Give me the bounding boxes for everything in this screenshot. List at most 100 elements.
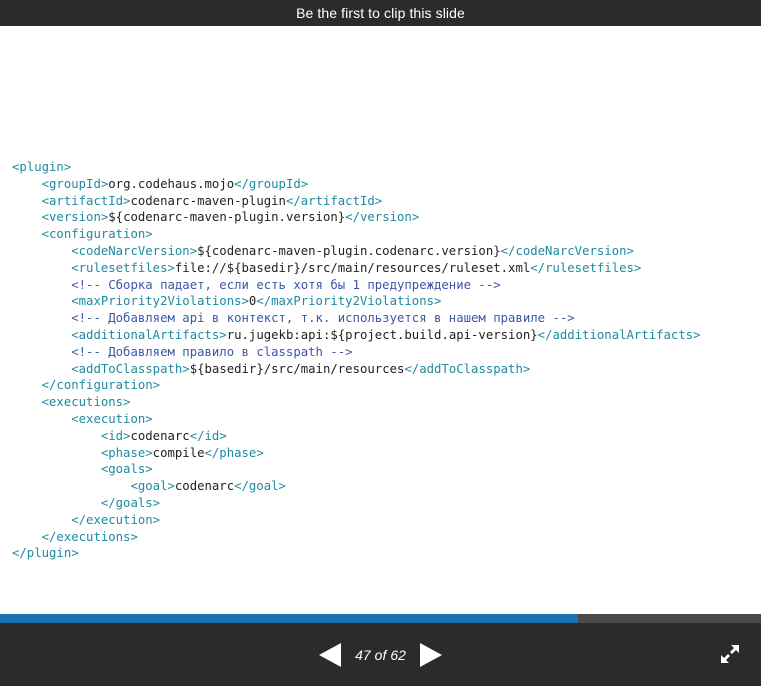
slide-navigation: 47 of 62 bbox=[0, 623, 761, 686]
xml-tag: <phase> bbox=[100, 445, 153, 460]
xml-tag: <goal> bbox=[130, 479, 175, 494]
code-line: <version>${codenarc-maven-plugin.version… bbox=[12, 209, 701, 226]
code-line: <plugin> bbox=[12, 159, 701, 176]
code-line: <rulesetfiles>file://${basedir}/src/main… bbox=[12, 260, 701, 277]
xml-tag: </rulesetfiles> bbox=[530, 260, 642, 275]
xml-text: compile bbox=[152, 445, 205, 460]
xml-text: ${basedir}/src/main/resources bbox=[189, 361, 405, 376]
xml-comment: <!-- Добавляем api в контекст, т.к. испо… bbox=[71, 311, 575, 326]
xml-comment: <!-- Добавляем правило в classpath --> bbox=[71, 344, 353, 359]
xml-text: ru.jugekb:api:${project.build.api-versio… bbox=[226, 327, 538, 342]
xml-tag: <groupId> bbox=[41, 176, 109, 191]
xml-tag: <version> bbox=[41, 210, 109, 225]
code-block: <plugin> <groupId>org.codehaus.mojo</gro… bbox=[12, 159, 701, 562]
xml-tag: <goals> bbox=[100, 462, 153, 477]
expand-icon bbox=[721, 645, 739, 663]
xml-tag: <execution> bbox=[71, 411, 153, 426]
slide-view: <plugin> <groupId>org.codehaus.mojo</gro… bbox=[0, 26, 761, 614]
code-line: <goals> bbox=[12, 461, 701, 478]
code-line: </plugin> bbox=[12, 545, 701, 562]
xml-comment: <!-- Сборка падает, если есть хотя бы 1 … bbox=[71, 277, 501, 292]
code-line: </configuration> bbox=[12, 377, 701, 394]
total-slides-number: 62 bbox=[390, 646, 406, 663]
triangle-left-icon bbox=[319, 642, 342, 667]
xml-text: org.codehaus.mojo bbox=[108, 176, 235, 191]
previous-slide-button[interactable] bbox=[317, 642, 343, 668]
xml-tag: <codeNarcVersion> bbox=[71, 243, 198, 258]
xml-tag: </codeNarcVersion> bbox=[500, 243, 634, 258]
xml-tag: <maxPriority2Violations> bbox=[71, 294, 249, 309]
code-line: <configuration> bbox=[12, 226, 701, 243]
code-line: <artifactId>codenarc-maven-plugin</artif… bbox=[12, 193, 701, 210]
xml-tag: <executions> bbox=[41, 395, 131, 410]
xml-tag: </configuration> bbox=[41, 378, 161, 393]
xml-text: file://${basedir}/src/main/resources/rul… bbox=[174, 260, 531, 275]
code-line: <id>codenarc</id> bbox=[12, 428, 701, 445]
xml-tag: </additionalArtifacts> bbox=[537, 327, 701, 342]
xml-tag: <rulesetfiles> bbox=[71, 260, 175, 275]
xml-text: ${codenarc-maven-plugin.version} bbox=[108, 210, 346, 225]
xml-tag: <artifactId> bbox=[41, 193, 131, 208]
code-line: <codeNarcVersion>${codenarc-maven-plugin… bbox=[12, 243, 701, 260]
current-slide-number: 47 bbox=[355, 646, 371, 663]
xml-tag: </execution> bbox=[71, 512, 161, 527]
xml-tag: </goals> bbox=[100, 495, 161, 510]
slide-controls: 47 of 62 bbox=[0, 623, 761, 686]
xml-tag: <additionalArtifacts> bbox=[71, 327, 227, 342]
xml-tag: </plugin> bbox=[12, 546, 79, 561]
xml-tag: </executions> bbox=[41, 529, 138, 544]
xml-tag: </version> bbox=[345, 210, 420, 225]
code-line: <phase>compile</phase> bbox=[12, 445, 701, 462]
code-line: <additionalArtifacts>ru.jugekb:api:${pro… bbox=[12, 327, 701, 344]
next-slide-button[interactable] bbox=[418, 642, 444, 668]
triangle-right-icon bbox=[419, 642, 442, 667]
clip-banner[interactable]: Be the first to clip this slide bbox=[0, 0, 761, 26]
slide-progress-bar[interactable] bbox=[0, 614, 761, 623]
xml-tag: <configuration> bbox=[41, 227, 153, 242]
xml-text: codenarc bbox=[130, 428, 190, 443]
slide-counter: 47 of 62 bbox=[355, 647, 406, 663]
code-line: <!-- Добавляем правило в classpath --> bbox=[12, 344, 701, 361]
code-line: <groupId>org.codehaus.mojo</groupId> bbox=[12, 176, 701, 193]
code-line: <goal>codenarc</goal> bbox=[12, 478, 701, 495]
xml-tag: </id> bbox=[189, 428, 227, 443]
code-line: <executions> bbox=[12, 394, 701, 411]
code-line: <maxPriority2Violations>0</maxPriority2V… bbox=[12, 293, 701, 310]
xml-text: codenarc-maven-plugin bbox=[130, 193, 286, 208]
clip-banner-text[interactable]: Be the first to clip this slide bbox=[296, 5, 465, 21]
xml-tag: <plugin> bbox=[12, 160, 72, 174]
xml-text: codenarc bbox=[174, 479, 235, 494]
code-line: </goals> bbox=[12, 495, 701, 512]
xml-tag: </maxPriority2Violations> bbox=[256, 294, 442, 309]
code-line: <execution> bbox=[12, 411, 701, 428]
xml-tag: <id> bbox=[100, 428, 131, 443]
xml-tag: </goal> bbox=[234, 479, 286, 494]
code-line: <addToClasspath>${basedir}/src/main/reso… bbox=[12, 361, 701, 378]
xml-tag: </addToClasspath> bbox=[404, 361, 531, 376]
slide-counter-separator: of bbox=[374, 646, 387, 663]
xml-text: ${codenarc-maven-plugin.codenarc.version… bbox=[197, 243, 501, 258]
fullscreen-button[interactable] bbox=[720, 644, 740, 664]
xml-tag: <addToClasspath> bbox=[71, 361, 190, 376]
